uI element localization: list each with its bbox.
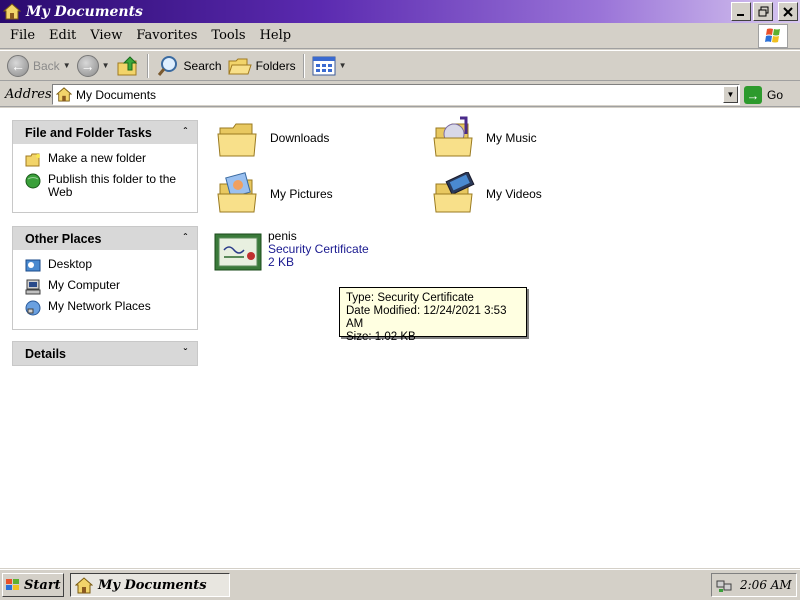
home-folder-icon xyxy=(75,576,93,593)
taskbar-window-button[interactable]: My Documents xyxy=(70,573,230,597)
collapse-chevron-icon[interactable]: ˆ xyxy=(184,233,187,244)
minimize-button[interactable] xyxy=(731,2,751,21)
forward-dropdown-icon[interactable]: ▼ xyxy=(102,61,110,70)
collapse-chevron-icon[interactable]: ˆ xyxy=(184,127,187,138)
home-folder-icon xyxy=(3,3,21,20)
go-button[interactable]: → Go xyxy=(744,85,783,105)
system-tray: 2:06 AM xyxy=(711,573,797,597)
folder-item-my-videos[interactable]: My Videos xyxy=(432,172,542,216)
windows-logo-icon xyxy=(758,24,788,48)
publish-to-web-link[interactable]: Publish this folder to the Web xyxy=(25,173,189,199)
home-folder-icon xyxy=(56,87,72,102)
desktop-icon xyxy=(25,259,41,272)
forward-button[interactable]: → ▼ xyxy=(74,53,113,79)
folder-view: File and Folder Tasks ˆ Make a new folde… xyxy=(0,108,800,568)
music-folder-icon xyxy=(433,116,473,157)
go-arrow-icon: → xyxy=(744,86,762,104)
file-info-tooltip: Type: Security Certificate Date Modified… xyxy=(339,287,527,343)
network-icon xyxy=(25,300,41,316)
back-arrow-icon: ← xyxy=(7,54,29,77)
desktop-link[interactable]: Desktop xyxy=(25,258,189,274)
folder-item-my-pictures[interactable]: My Pictures xyxy=(216,172,333,216)
menu-file[interactable]: File xyxy=(3,26,42,45)
panel-header[interactable]: Details ˇ xyxy=(13,342,197,365)
make-new-folder-link[interactable]: Make a new folder xyxy=(25,152,189,168)
folders-icon xyxy=(227,58,252,74)
toolbar-separator xyxy=(302,53,305,78)
details-panel: Details ˇ xyxy=(12,341,198,366)
certificate-icon xyxy=(214,233,262,271)
taskbar: Start My Documents 2:06 AM xyxy=(0,569,800,600)
search-button[interactable]: Search xyxy=(153,53,225,79)
address-value: My Documents xyxy=(76,87,157,102)
views-button[interactable]: ▼ xyxy=(309,53,350,79)
pictures-folder-icon xyxy=(217,172,257,213)
address-dropdown-button[interactable]: ▼ xyxy=(723,86,738,103)
window-title: My Documents xyxy=(26,3,143,20)
menu-edit[interactable]: Edit xyxy=(42,26,83,45)
panel-header[interactable]: File and Folder Tasks ˆ xyxy=(13,121,197,144)
panel-header[interactable]: Other Places ˆ xyxy=(13,227,197,250)
views-dropdown-icon[interactable]: ▼ xyxy=(339,61,347,70)
start-button[interactable]: Start xyxy=(2,573,64,597)
menu-help[interactable]: Help xyxy=(253,26,299,45)
folders-button[interactable]: Folders xyxy=(225,53,299,79)
file-size: 2 KB xyxy=(268,255,295,269)
back-dropdown-icon[interactable]: ▼ xyxy=(63,61,71,70)
menu-tools[interactable]: Tools xyxy=(204,26,252,45)
restore-button[interactable] xyxy=(753,2,773,21)
back-button[interactable]: ← Back ▼ xyxy=(4,53,74,79)
folder-up-icon xyxy=(117,55,137,75)
folder-item-my-music[interactable]: My Music xyxy=(432,116,537,160)
search-icon xyxy=(157,55,177,76)
address-label: Address xyxy=(5,86,59,102)
my-network-places-link[interactable]: My Network Places xyxy=(25,300,189,316)
other-places-panel: Other Places ˆ Desktop My Computer My Ne… xyxy=(12,226,198,330)
title-bar[interactable]: My Documents xyxy=(0,0,800,23)
my-computer-link[interactable]: My Computer xyxy=(25,279,189,295)
menu-view[interactable]: View xyxy=(83,26,129,45)
menu-favorites[interactable]: Favorites xyxy=(129,26,204,45)
videos-folder-icon xyxy=(433,172,475,213)
folder-icon xyxy=(217,123,257,157)
computer-icon xyxy=(25,279,41,295)
clock[interactable]: 2:06 AM xyxy=(740,578,792,592)
new-folder-icon xyxy=(25,153,40,167)
address-bar: Address My Documents ▼ → Go xyxy=(0,82,800,107)
standard-toolbar: ← Back ▼ → ▼ Search Folders ▼ xyxy=(0,50,800,81)
address-input[interactable]: My Documents ▼ xyxy=(52,84,740,105)
menu-bar: File Edit View Favorites Tools Help xyxy=(0,23,800,49)
network-status-icon[interactable] xyxy=(716,577,732,593)
file-item-certificate[interactable]: penis Security Certificate 2 KB xyxy=(214,230,369,272)
file-folder-tasks-panel: File and Folder Tasks ˆ Make a new folde… xyxy=(12,120,198,213)
close-button[interactable] xyxy=(778,2,798,21)
expand-chevron-icon[interactable]: ˇ xyxy=(184,348,187,359)
windows-logo-icon xyxy=(6,579,19,590)
toolbar-separator xyxy=(146,53,149,78)
folder-item-downloads[interactable]: Downloads xyxy=(216,116,329,160)
up-button[interactable] xyxy=(113,53,143,79)
globe-icon xyxy=(25,173,41,189)
forward-arrow-icon: → xyxy=(76,54,99,77)
views-icon xyxy=(312,56,336,75)
